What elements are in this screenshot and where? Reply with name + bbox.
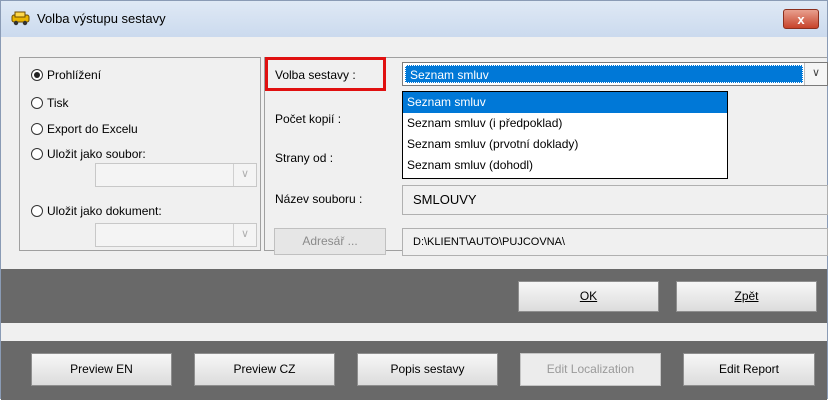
folder-button[interactable]: Adresář ... bbox=[274, 228, 386, 255]
radio-label: Prohlížení bbox=[47, 68, 102, 82]
car-icon bbox=[11, 11, 30, 26]
edit-localization-button[interactable]: Edit Localization bbox=[520, 353, 661, 386]
report-output-dialog: Volba výstupu sestavy x Prohlížení Tisk … bbox=[0, 0, 828, 400]
dropdown-option[interactable]: Seznam smluv (prvotní doklady) bbox=[403, 134, 727, 155]
ok-button[interactable]: OK bbox=[518, 281, 659, 312]
radio-label: Export do Excelu bbox=[47, 122, 138, 136]
radio-dot[interactable] bbox=[31, 205, 43, 217]
radio-dot[interactable] bbox=[31, 69, 43, 81]
radio-label: Uložit jako soubor: bbox=[47, 147, 146, 161]
radio-export-excel[interactable]: Export do Excelu bbox=[31, 121, 138, 137]
copies-label: Počet kopií : bbox=[275, 112, 342, 126]
pages-label: Strany od : bbox=[275, 151, 334, 165]
radio-prohlizeni[interactable]: Prohlížení bbox=[31, 67, 101, 83]
filename-field[interactable]: SMLOUVY bbox=[402, 185, 828, 215]
radio-label: Tisk bbox=[47, 96, 69, 110]
radio-save-document[interactable]: Uložit jako dokument: bbox=[31, 203, 162, 219]
report-select-value: Seznam smluv bbox=[405, 65, 803, 83]
chevron-down-icon[interactable]: ∨ bbox=[804, 63, 827, 85]
window-title: Volba výstupu sestavy bbox=[37, 11, 166, 26]
chevron-down-icon: ∨ bbox=[233, 224, 256, 246]
popis-sestavy-button[interactable]: Popis sestavy bbox=[357, 353, 498, 386]
radio-dot[interactable] bbox=[31, 123, 43, 135]
radio-tisk[interactable]: Tisk bbox=[31, 95, 69, 111]
dropdown-option[interactable]: Seznam smluv (i předpoklad) bbox=[403, 113, 727, 134]
filename-label: Název souboru : bbox=[275, 192, 363, 206]
preview-cz-button[interactable]: Preview CZ bbox=[194, 353, 335, 386]
radio-dot[interactable] bbox=[31, 148, 43, 160]
report-label: Volba sestavy : bbox=[275, 68, 356, 82]
preview-en-button[interactable]: Preview EN bbox=[31, 353, 172, 386]
dropdown-option[interactable]: Seznam smluv bbox=[403, 92, 727, 113]
edit-report-button[interactable]: Edit Report bbox=[683, 353, 815, 386]
back-button-label: Zpět bbox=[734, 289, 759, 303]
report-dropdown-list: Seznam smluv Seznam smluv (i předpoklad)… bbox=[402, 91, 728, 179]
report-select[interactable]: Seznam smluv ∨ bbox=[402, 62, 828, 86]
radio-label: Uložit jako dokument: bbox=[47, 204, 162, 218]
ok-button-label: OK bbox=[579, 289, 598, 303]
title-bar[interactable]: Volba výstupu sestavy x bbox=[1, 1, 827, 37]
document-format-select[interactable]: ∨ bbox=[95, 223, 257, 247]
radio-save-file[interactable]: Uložit jako soubor: bbox=[31, 146, 146, 162]
close-icon: x bbox=[797, 12, 805, 27]
dropdown-option[interactable]: Seznam smluv (dohodl) bbox=[403, 155, 727, 176]
radio-dot[interactable] bbox=[31, 97, 43, 109]
file-format-select[interactable]: ∨ bbox=[95, 163, 257, 187]
close-button[interactable]: x bbox=[783, 9, 819, 29]
folder-field[interactable]: D:\KLIENT\AUTO\PUJCOVNA\ bbox=[402, 228, 828, 256]
chevron-down-icon: ∨ bbox=[233, 164, 256, 186]
back-button[interactable]: Zpět bbox=[676, 281, 817, 312]
